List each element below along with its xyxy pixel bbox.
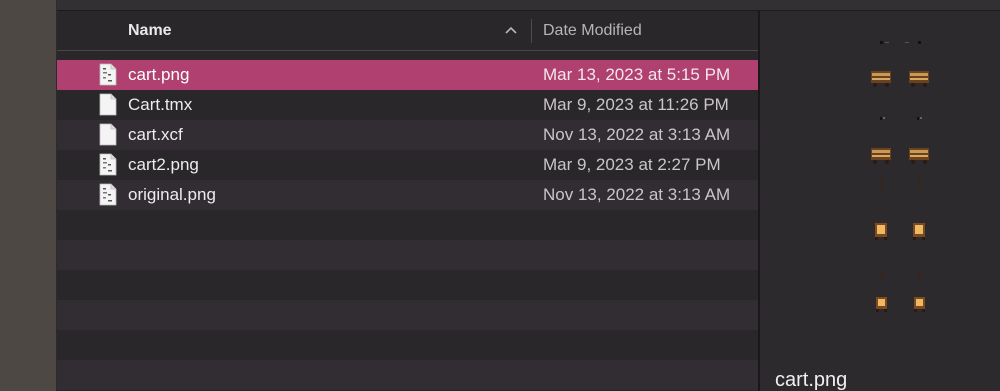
empty-row [57,240,758,270]
left-sidebar-edge [0,0,57,391]
file-date-modified: Mar 9, 2023 at 11:26 PM [543,95,729,114]
preview-pane: cart.png [760,11,1000,391]
image-file-icon [99,63,117,86]
file-name: cart.png [128,65,190,84]
image-file-icon [99,153,117,176]
sort-ascending-chevron-icon[interactable] [504,25,518,35]
empty-row [57,270,758,300]
file-row[interactable]: cart2.png Mar 9, 2023 at 2:27 PM [57,150,758,180]
file-name: cart.xcf [128,125,183,144]
image-file-icon [99,183,117,206]
sprite-sheet-preview-image [871,41,929,312]
preview-filename: cart.png [775,369,848,391]
window-top-edge [57,0,1000,11]
file-name: cart2.png [128,155,199,174]
file-date-modified: Nov 13, 2022 at 3:13 AM [543,185,731,204]
list-header: Name Date Modified [57,11,758,51]
document-file-icon [99,93,117,116]
file-date-modified: Mar 13, 2023 at 5:15 PM [543,65,731,84]
file-date-modified: Mar 9, 2023 at 2:27 PM [543,155,721,174]
document-file-icon [99,123,117,146]
date-modified-column-header[interactable]: Date Modified [543,22,642,40]
empty-row [57,210,758,240]
empty-row [57,360,758,390]
name-column-header[interactable]: Name [128,22,172,40]
file-row[interactable]: cart.xcf Nov 13, 2022 at 3:13 AM [57,120,758,150]
empty-row [57,300,758,330]
file-name: original.png [128,185,216,204]
file-rows: cart.png Mar 13, 2023 at 5:15 PM Cart.tmx M… [57,60,758,390]
file-row[interactable]: cart.png Mar 13, 2023 at 5:15 PM [57,60,758,90]
file-row[interactable]: Cart.tmx Mar 9, 2023 at 11:26 PM [57,90,758,120]
empty-row [57,330,758,360]
file-list-pane[interactable]: Name Date Modified cart.png Mar 13, 2023 … [57,11,758,391]
file-name: Cart.tmx [128,95,193,114]
file-row[interactable]: original.png Nov 13, 2022 at 3:13 AM [57,180,758,210]
file-date-modified: Nov 13, 2022 at 3:13 AM [543,125,731,144]
column-divider[interactable] [531,19,532,43]
